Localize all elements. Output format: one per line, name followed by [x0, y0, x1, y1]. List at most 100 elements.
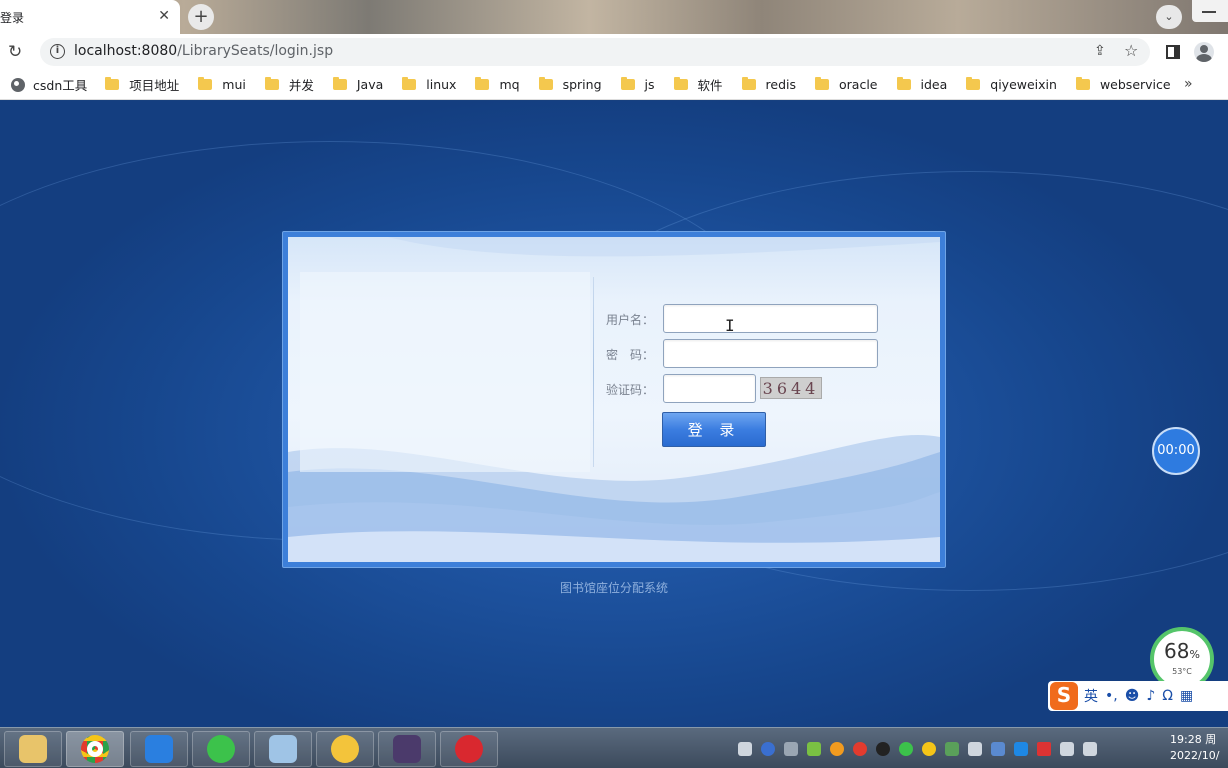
bookmark-label: 软件 [697, 78, 723, 93]
folder-icon [475, 77, 490, 90]
browser-tab-strip: 登录 ✕ + ⌄ [0, 0, 1228, 34]
bookmark-label: spring [562, 77, 602, 92]
address-bar[interactable]: i localhost:8080/LibrarySeats/login.jsp … [40, 38, 1150, 66]
tool-icon[interactable] [968, 742, 982, 756]
side-panel-icon[interactable] [1166, 45, 1180, 59]
taskbar-app[interactable] [130, 731, 188, 767]
bookmark-folder[interactable]: Java [332, 70, 383, 100]
bookmark-folder[interactable]: mq [475, 70, 520, 100]
bookmark-folder[interactable]: spring [538, 70, 602, 100]
browser-tab[interactable]: 登录 ✕ [0, 0, 180, 34]
cpu-temperature: 53°C [1172, 667, 1192, 676]
window-icon[interactable] [1014, 742, 1028, 756]
close-icon[interactable]: ✕ [158, 8, 170, 24]
volume-icon[interactable] [1083, 742, 1097, 756]
network-icon[interactable] [1060, 742, 1074, 756]
chrome-icon [81, 735, 109, 763]
taskbar-file-explorer[interactable] [4, 731, 62, 767]
url-path: /LibrarySeats/login.jsp [177, 43, 334, 59]
chevron-double-right-icon[interactable]: » [1184, 76, 1193, 92]
sync-icon[interactable] [784, 742, 798, 756]
info-icon[interactable]: i [50, 44, 65, 59]
wechat-icon[interactable] [899, 742, 913, 756]
shield-icon[interactable] [945, 742, 959, 756]
bookmark-folder[interactable]: linux [402, 70, 456, 100]
login-button[interactable]: 登 录 [662, 412, 766, 447]
minimize-button[interactable] [1192, 0, 1228, 22]
system-clock[interactable]: 19:28 周 2022/10/ [1170, 732, 1219, 764]
captcha-label: 验证码： [606, 383, 655, 397]
captcha-image[interactable]: 3644 [760, 377, 822, 399]
login-panel: 用户名： 密 码： 验证码： 3644 登 录 [288, 237, 940, 562]
taskbar: 19:28 周 2022/10/ [0, 727, 1228, 768]
share-icon[interactable]: ⇪ [1094, 43, 1106, 59]
captcha-input[interactable] [663, 374, 756, 403]
system-tray [738, 734, 1106, 764]
cpu-percent-unit: % [1189, 648, 1200, 661]
weibo-icon[interactable] [853, 742, 867, 756]
music-icon [455, 735, 483, 763]
taskbar-chrome[interactable] [66, 731, 124, 767]
ime-toolbar[interactable]: S 英 •, ☻ ♪ Ω ▦ [1048, 681, 1228, 711]
app-icon [331, 735, 359, 763]
qq-icon[interactable] [876, 742, 890, 756]
url-host: localhost:8080 [74, 43, 178, 59]
ime-mode[interactable]: 英 [1084, 686, 1098, 706]
folder-icon [19, 735, 47, 763]
bookmark-folder[interactable]: qiyeweixin [966, 70, 1057, 100]
chevron-down-icon[interactable]: ⌄ [1156, 5, 1182, 29]
taskbar-notepad[interactable] [254, 731, 312, 767]
globe-icon [11, 77, 25, 92]
url-text[interactable]: localhost:8080/LibrarySeats/login.jsp [74, 43, 333, 59]
panel-left-area [300, 272, 590, 472]
password-input[interactable] [663, 339, 878, 368]
headset-icon[interactable]: Ω [1162, 688, 1173, 704]
taskbar-netease-music[interactable] [440, 731, 498, 767]
panel-divider [593, 277, 594, 467]
eclipse-icon [393, 735, 421, 763]
bookmark-label: mq [499, 77, 520, 92]
text-cursor-icon: I [725, 316, 735, 335]
bookmark-label: qiyeweixin [990, 77, 1057, 92]
keyboard-icon[interactable]: ▦ [1180, 688, 1193, 704]
bookmark-label: redis [765, 77, 797, 92]
reload-icon[interactable]: ↻ [8, 42, 22, 62]
taskbar-eclipse[interactable] [378, 731, 436, 767]
folder-icon [966, 77, 981, 90]
bookmark-folder[interactable]: idea [896, 70, 947, 100]
clock-time: 19:28 周 [1170, 733, 1217, 746]
help-icon[interactable] [761, 742, 775, 756]
battery-icon[interactable] [807, 742, 821, 756]
new-tab-icon[interactable]: + [188, 4, 214, 30]
bookmark-folder[interactable]: redis [741, 70, 797, 100]
punctuation-icon[interactable]: •, [1105, 688, 1118, 704]
bookmark-folder[interactable]: 项目地址 [105, 70, 179, 100]
flag-icon[interactable] [1037, 742, 1051, 756]
profile-icon[interactable] [1194, 42, 1214, 62]
login-box: 用户名： 密 码： 验证码： 3644 登 录 [282, 231, 946, 568]
bookmark-folder[interactable]: webservice [1075, 70, 1171, 100]
emoji-icon[interactable]: ☻ [1125, 688, 1140, 704]
plus-icon[interactable] [922, 742, 936, 756]
system-name: 图书馆座位分配系统 [559, 581, 668, 595]
taskbar-wechat[interactable] [192, 731, 250, 767]
bookmark-label: oracle [839, 77, 878, 92]
bookmark-folder[interactable]: mui [198, 70, 246, 100]
search-icon[interactable] [830, 742, 844, 756]
folder-icon [896, 77, 911, 90]
bookmarks-bar: csdn工具 项目地址 mui 并发 Java linux mq spring … [0, 70, 1228, 100]
bookmark-label: webservice [1099, 77, 1171, 92]
keyboard-icon[interactable] [738, 742, 752, 756]
bookmark-folder[interactable]: oracle [815, 70, 878, 100]
app-icon[interactable] [991, 742, 1005, 756]
notepad-icon [269, 735, 297, 763]
taskbar-app[interactable] [316, 731, 374, 767]
bookmark-folder[interactable]: 软件 [673, 70, 723, 100]
star-icon[interactable]: ☆ [1124, 41, 1138, 60]
username-input[interactable] [663, 304, 878, 333]
bookmark-folder[interactable]: js [620, 70, 655, 100]
bookmark-folder[interactable]: 并发 [264, 70, 314, 100]
microphone-icon[interactable]: ♪ [1146, 688, 1155, 704]
timer-widget[interactable]: 00:00 [1152, 427, 1200, 475]
bookmark-item[interactable]: csdn工具 [0, 70, 87, 100]
